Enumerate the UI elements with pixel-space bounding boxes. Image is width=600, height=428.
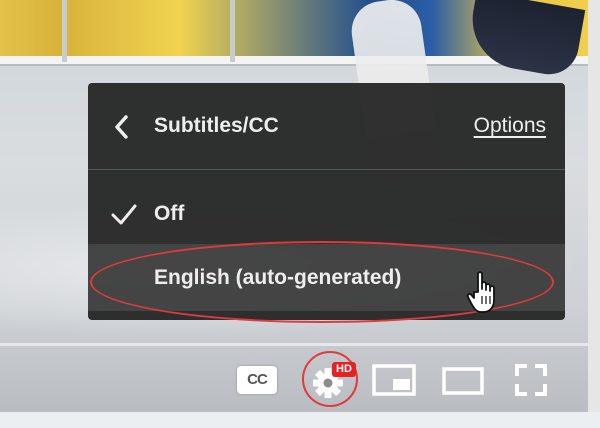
theater-mode-icon [442,367,484,395]
miniplayer-icon [372,364,416,396]
hd-badge: HD [332,362,356,377]
settings-button[interactable]: HD [308,359,356,403]
fullscreen-button[interactable] [514,363,548,397]
hand-pointer-icon [466,271,495,313]
chevron-left-icon [115,115,128,139]
progress-bar[interactable] [0,343,588,346]
menu-header: Subtitles/CC Options [88,83,565,170]
menu-item-label: English (auto-generated) [154,266,402,289]
fullscreen-icon [515,364,547,396]
options-link[interactable]: Options [474,114,546,138]
page-edge [588,0,600,428]
menu-title: Subtitles/CC [154,114,279,137]
menu-item-label: Off [154,202,185,225]
checkmark-icon [111,204,137,225]
rink-post [62,0,67,62]
miniplayer-button[interactable] [372,364,416,396]
subtitles-button[interactable]: CC [237,366,277,394]
page-edge [0,412,600,428]
cc-label: CC [247,371,268,388]
skater-body [464,0,586,80]
theater-mode-button[interactable] [442,367,484,395]
menu-item-off[interactable]: Off [88,181,565,248]
rink-post [230,0,235,62]
